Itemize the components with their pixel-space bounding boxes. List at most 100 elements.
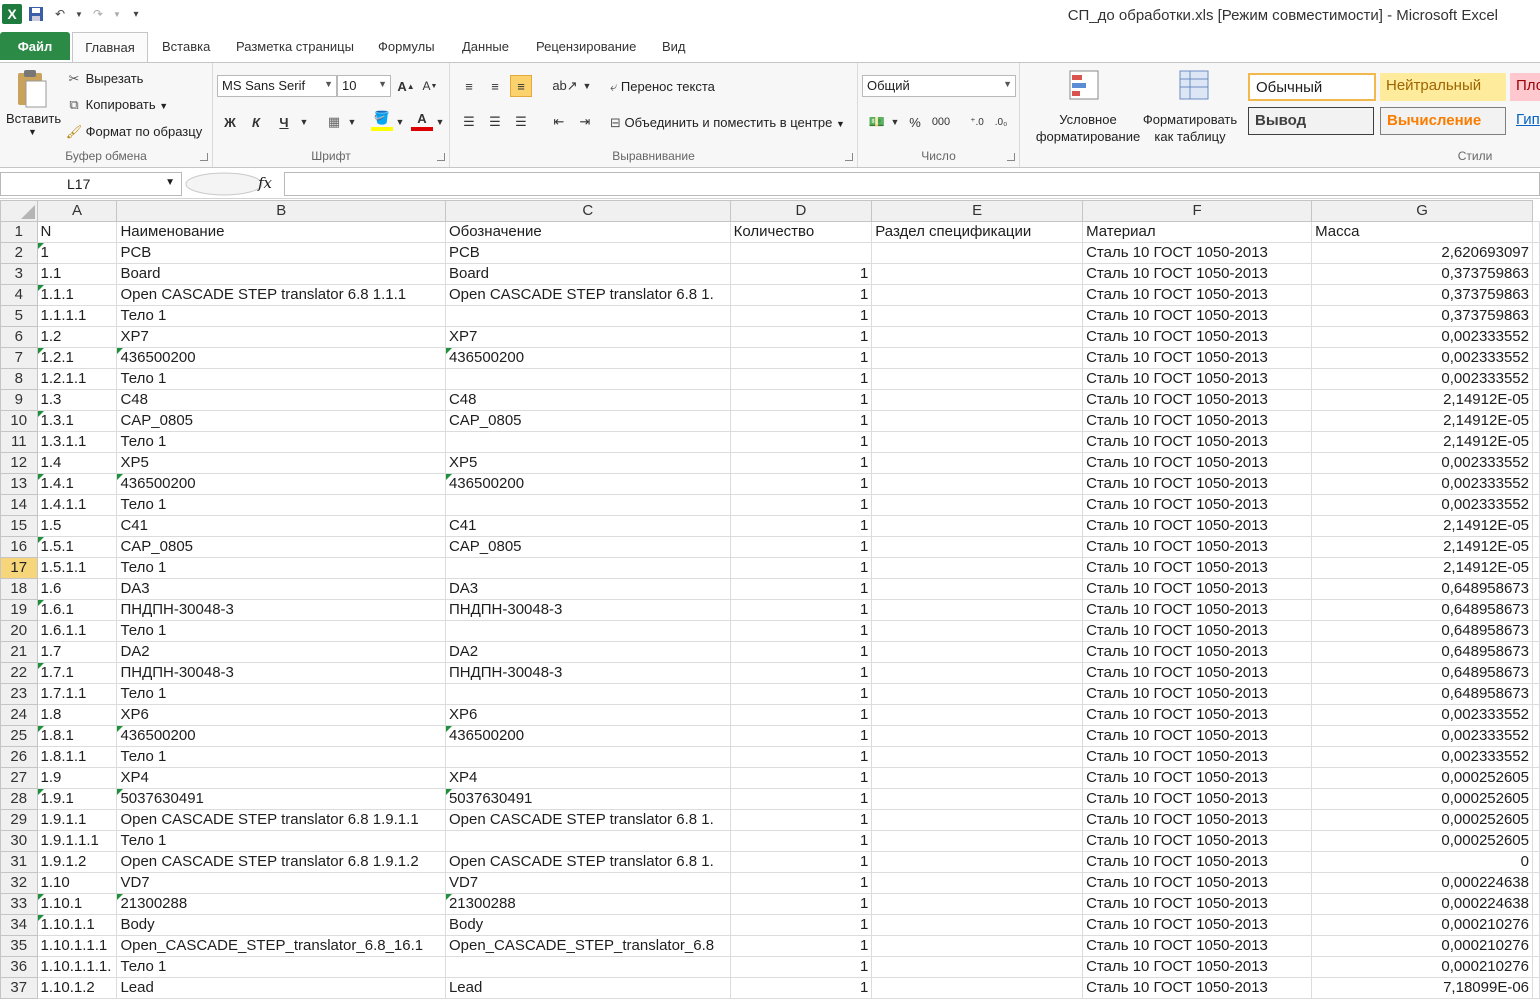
font-color-dropdown-icon[interactable]: ▼ <box>429 111 451 133</box>
cell-g[interactable]: 0,648958673 <box>1311 641 1533 663</box>
cell-b[interactable]: DA2 <box>116 641 446 663</box>
fill-color-dropdown-icon[interactable]: ▼ <box>389 111 411 133</box>
align-center-icon[interactable]: ☰ <box>484 111 506 133</box>
cell-d[interactable]: 1 <box>729 410 873 432</box>
tab-page-layout[interactable]: Разметка страницы <box>236 30 354 62</box>
cell-a[interactable]: 1.2.1 <box>36 347 118 369</box>
tab-view[interactable]: Вид <box>662 30 686 62</box>
cell-c[interactable]: 436500200 <box>444 725 731 747</box>
cell-a[interactable]: 1.10.1.1.1. <box>36 956 118 978</box>
name-box[interactable]: L17 ▼ <box>0 172 182 196</box>
cell-d[interactable]: 1 <box>729 725 873 747</box>
undo-dropdown-icon[interactable]: ▼ <box>74 3 84 25</box>
row-header[interactable]: 11 <box>0 431 38 453</box>
cell-f[interactable]: Сталь 10 ГОСТ 1050-2013 <box>1082 284 1313 306</box>
row-header[interactable]: 6 <box>0 326 38 348</box>
cell-d[interactable]: 1 <box>729 473 873 495</box>
cell-c[interactable] <box>444 620 731 642</box>
cell-a[interactable]: 1.3.1.1 <box>36 431 118 453</box>
cell-d[interactable]: 1 <box>729 389 873 411</box>
row-header[interactable]: 25 <box>0 725 38 747</box>
cell-h[interactable] <box>1532 452 1540 474</box>
cell-h[interactable] <box>1532 326 1540 348</box>
cell-e[interactable] <box>871 704 1084 726</box>
cell-a[interactable]: 1.9.1.1.1 <box>36 830 118 852</box>
row-header[interactable]: 2 <box>0 242 38 264</box>
copy-button[interactable]: ⧉ Копировать ▼ <box>66 97 168 113</box>
cell-e[interactable] <box>871 851 1084 873</box>
cell-a[interactable]: 1.10.1.1.1 <box>36 935 118 957</box>
cell-f[interactable]: Сталь 10 ГОСТ 1050-2013 <box>1082 977 1313 999</box>
cell-c[interactable] <box>444 494 731 516</box>
cell-d[interactable]: 1 <box>729 620 873 642</box>
cell-b[interactable]: XP7 <box>116 326 446 348</box>
cell-c[interactable]: Open_CASCADE_STEP_translator_6.8 <box>444 935 731 957</box>
undo-icon[interactable]: ↶ <box>50 3 70 25</box>
style-output[interactable]: Вывод <box>1248 107 1374 135</box>
cell-e[interactable] <box>871 914 1084 936</box>
cell-f[interactable]: Сталь 10 ГОСТ 1050-2013 <box>1082 431 1313 453</box>
cell-h[interactable] <box>1532 557 1540 579</box>
format-as-table-button[interactable]: Форматировать как таблицу <box>1132 111 1248 145</box>
row-header[interactable]: 31 <box>0 851 38 873</box>
percent-button[interactable]: % <box>904 111 926 133</box>
cell-e[interactable] <box>871 935 1084 957</box>
cell-a[interactable]: 1.10.1.2 <box>36 977 118 999</box>
italic-button[interactable]: К <box>245 111 267 133</box>
cell-b[interactable]: Наименование <box>116 221 446 243</box>
cell-h[interactable] <box>1532 305 1540 327</box>
borders-dropdown-icon[interactable]: ▼ <box>341 111 363 133</box>
cell-h[interactable] <box>1532 221 1540 243</box>
cell-d[interactable]: 1 <box>729 851 873 873</box>
cell-c[interactable]: 5037630491 <box>444 788 731 810</box>
font-launcher-icon[interactable] <box>437 153 445 161</box>
cell-f[interactable]: Сталь 10 ГОСТ 1050-2013 <box>1082 872 1313 894</box>
cell-c[interactable]: 21300288 <box>444 893 731 915</box>
cell-g[interactable]: Масса <box>1311 221 1533 243</box>
cell-h[interactable] <box>1532 536 1540 558</box>
tab-review[interactable]: Рецензирование <box>536 30 636 62</box>
cell-a[interactable]: 1.2 <box>36 326 118 348</box>
cell-f[interactable]: Сталь 10 ГОСТ 1050-2013 <box>1082 956 1313 978</box>
style-normal[interactable]: Обычный <box>1248 73 1376 101</box>
cell-c[interactable] <box>444 746 731 768</box>
cell-d[interactable]: 1 <box>729 368 873 390</box>
cell-e[interactable] <box>871 284 1084 306</box>
cell-a[interactable]: 1.7 <box>36 641 118 663</box>
cell-b[interactable]: Тело 1 <box>116 830 446 852</box>
cell-e[interactable] <box>871 326 1084 348</box>
row-header[interactable]: 13 <box>0 473 38 495</box>
row-header[interactable]: 21 <box>0 641 38 663</box>
cell-h[interactable] <box>1532 893 1540 915</box>
cell-a[interactable]: 1.5.1 <box>36 536 118 558</box>
cell-g[interactable]: 2,14912E-05 <box>1311 431 1533 453</box>
cell-d[interactable]: 1 <box>729 746 873 768</box>
cell-c[interactable] <box>444 431 731 453</box>
cell-e[interactable] <box>871 788 1084 810</box>
clipboard-launcher-icon[interactable] <box>200 153 208 161</box>
cell-f[interactable]: Сталь 10 ГОСТ 1050-2013 <box>1082 767 1313 789</box>
cell-f[interactable]: Сталь 10 ГОСТ 1050-2013 <box>1082 935 1313 957</box>
cell-c[interactable] <box>444 557 731 579</box>
column-header-e[interactable]: E <box>871 200 1084 222</box>
cell-e[interactable] <box>871 578 1084 600</box>
cell-b[interactable]: CAP_0805 <box>116 536 446 558</box>
cell-d[interactable]: 1 <box>729 452 873 474</box>
cell-e[interactable] <box>871 767 1084 789</box>
cell-d[interactable]: 1 <box>729 977 873 999</box>
cell-e[interactable] <box>871 494 1084 516</box>
cell-f[interactable]: Сталь 10 ГОСТ 1050-2013 <box>1082 305 1313 327</box>
row-header[interactable]: 12 <box>0 452 38 474</box>
cell-c[interactable]: C48 <box>444 389 731 411</box>
cell-g[interactable]: 0,000224638 <box>1311 893 1533 915</box>
cell-c[interactable]: 436500200 <box>444 347 731 369</box>
cell-a[interactable]: 1.8.1.1 <box>36 746 118 768</box>
cell-g[interactable]: 0,648958673 <box>1311 662 1533 684</box>
cell-g[interactable]: 0,002333552 <box>1311 494 1533 516</box>
cell-h[interactable] <box>1532 788 1540 810</box>
cell-b[interactable]: 436500200 <box>116 473 446 495</box>
cell-e[interactable] <box>871 242 1084 264</box>
cell-a[interactable]: 1.7.1 <box>36 662 118 684</box>
cell-f[interactable]: Сталь 10 ГОСТ 1050-2013 <box>1082 368 1313 390</box>
cell-a[interactable]: 1.1.1.1 <box>36 305 118 327</box>
